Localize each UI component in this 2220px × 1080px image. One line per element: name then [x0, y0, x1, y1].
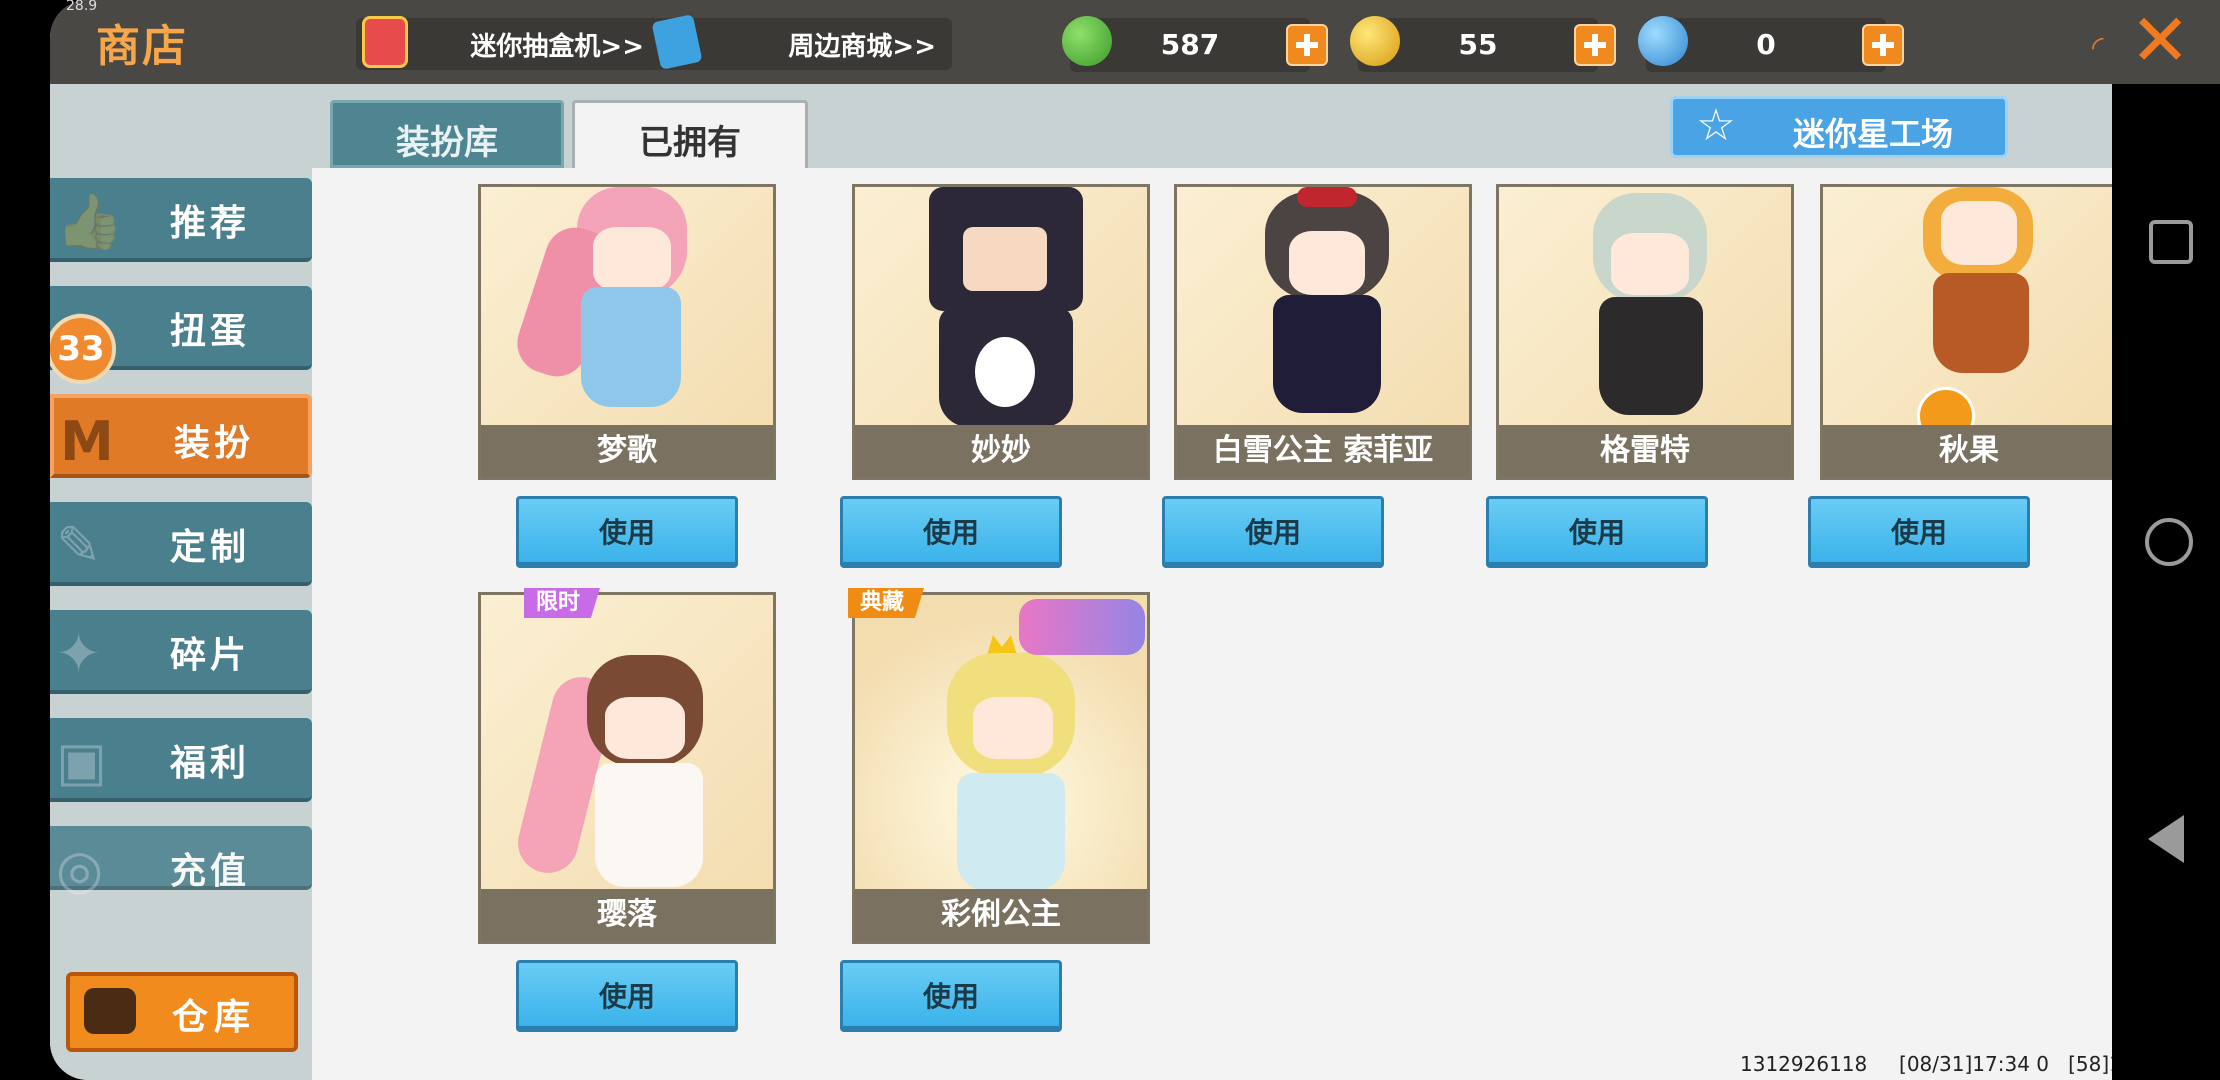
- skin-card-snow-white-sofia[interactable]: 白雪公主 索菲亚: [1174, 184, 1472, 480]
- sidebar-item-label: 推荐: [170, 203, 251, 244]
- recent-apps-icon[interactable]: [2149, 220, 2193, 264]
- use-button[interactable]: 使用: [1808, 496, 2030, 568]
- warehouse-label: 仓库: [172, 997, 257, 1038]
- character-figure: [511, 635, 725, 895]
- use-button-label: 使用: [1568, 516, 1625, 549]
- signal-icon: ◜: [2092, 30, 2104, 65]
- use-button[interactable]: 使用: [840, 496, 1062, 568]
- mini-gacha-label: 迷你抽盒机>>: [470, 32, 644, 62]
- sidebar-item-label: 充值: [170, 851, 251, 892]
- skin-name: 格雷特: [1600, 433, 1690, 468]
- sidebar-item-label: 扭蛋: [170, 311, 251, 352]
- skin-card-gret[interactable]: 格雷特: [1496, 184, 1794, 480]
- pencil-icon: ✎: [56, 514, 102, 577]
- chest-icon: [84, 988, 136, 1034]
- sidebar-item-label: 装扮: [174, 423, 255, 464]
- merch-mall-label: 周边商城>>: [788, 32, 936, 62]
- merch-mall-link[interactable]: 周边商城>>: [650, 14, 952, 70]
- sidebar-item-costume[interactable]: M 装扮: [50, 394, 312, 478]
- thumbs-up-icon: 👍: [56, 190, 124, 253]
- sidebar-item-recharge[interactable]: ◎ 充值: [50, 826, 312, 901]
- use-button-label: 使用: [598, 516, 655, 549]
- warehouse-button[interactable]: 仓库: [66, 972, 298, 1052]
- skin-name: 彩俐公主: [941, 897, 1061, 932]
- green-coin-icon: [1062, 16, 1112, 66]
- character-figure: [509, 187, 721, 427]
- skin-card-menge[interactable]: 梦歌: [478, 184, 776, 480]
- back-icon[interactable]: [2148, 815, 2184, 863]
- gift-icon: ▣: [56, 730, 108, 793]
- status-time: 28.9: [66, 0, 98, 14]
- use-button[interactable]: 使用: [1162, 496, 1384, 568]
- mini-gacha-link[interactable]: 迷你抽盒机>>: [356, 16, 660, 70]
- gift-machine-icon: [362, 16, 408, 68]
- add-blue-coin-button[interactable]: [1862, 24, 1904, 66]
- limited-time-tag: 限时: [524, 588, 601, 618]
- skin-card-yingluo[interactable]: 璎落: [478, 592, 776, 944]
- use-button[interactable]: 使用: [1486, 496, 1708, 568]
- sidebar-item-label: 碎片: [170, 635, 251, 676]
- tab-owned[interactable]: 已拥有: [572, 100, 808, 168]
- skin-card-miaomiao[interactable]: 妙妙: [852, 184, 1150, 480]
- blue-coin-icon: [1638, 16, 1688, 66]
- skin-name: 璎落: [597, 897, 657, 932]
- close-button[interactable]: ✕: [2110, 0, 2220, 84]
- skin-name: 梦歌: [597, 433, 657, 468]
- sidebar-item-recommend[interactable]: 👍 推荐: [50, 178, 312, 262]
- sidebar-item-label: 福利: [170, 743, 251, 784]
- collection-tag: 典藏: [848, 588, 925, 618]
- gold-coin-icon: [1350, 16, 1400, 66]
- sidebar-item-custom[interactable]: ✎ 定制: [50, 502, 312, 586]
- workshop-label: 迷你星工场: [1793, 115, 1954, 153]
- sidebar-item-label: 定制: [170, 527, 251, 568]
- balala-logo-icon: [1019, 599, 1145, 655]
- page-title: 商店: [96, 21, 188, 72]
- tab-label: 已拥有: [639, 123, 741, 163]
- app-window: 商店 迷你抽盒机>> 周边商城>> 587 55 0 ◜ 👍 推荐 ◔ 扭蛋 M…: [50, 0, 2112, 1080]
- character-figure: [1559, 187, 1739, 427]
- use-button[interactable]: 使用: [516, 960, 738, 1032]
- skin-card-qiuguo[interactable]: 秋果: [1820, 184, 2112, 480]
- character-figure: [1237, 187, 1417, 427]
- skin-card-caili-princess[interactable]: 彩俐公主: [852, 592, 1150, 944]
- shopping-bag-icon: [651, 14, 703, 70]
- tab-costume-library[interactable]: 装扮库: [330, 100, 564, 168]
- use-button[interactable]: 使用: [840, 960, 1062, 1032]
- close-icon: ✕: [2130, 0, 2191, 82]
- use-button-label: 使用: [1244, 516, 1301, 549]
- skin-name: 妙妙: [971, 433, 1031, 468]
- star-icon: ☆: [1696, 100, 1736, 151]
- mini-workshop-button[interactable]: ☆ 迷你星工场: [1670, 96, 2008, 158]
- coins-icon: ◎: [56, 838, 104, 901]
- character-figure: [915, 187, 1095, 427]
- character-figure: [1883, 187, 2063, 445]
- build-info: 1312926118 [08/31]17:34 0 [58]1.3.2: [1740, 1052, 2112, 1076]
- add-gold-coin-button[interactable]: [1574, 24, 1616, 66]
- home-icon[interactable]: [2145, 518, 2193, 566]
- skin-name: 秋果: [1939, 433, 1999, 468]
- use-button-label: 使用: [922, 980, 979, 1013]
- tab-label: 装扮库: [396, 123, 498, 163]
- skin-name: 白雪公主 索菲亚: [1212, 433, 1434, 468]
- shirt-icon: M: [60, 410, 114, 473]
- puzzle-icon: ✦: [56, 622, 102, 685]
- use-button[interactable]: 使用: [516, 496, 738, 568]
- use-button-label: 使用: [598, 980, 655, 1013]
- sidebar-item-fragments[interactable]: ✦ 碎片: [50, 610, 312, 694]
- add-green-coin-button[interactable]: [1286, 24, 1328, 66]
- character-figure: [907, 635, 1097, 895]
- use-button-label: 使用: [922, 516, 979, 549]
- sidebar-item-welfare[interactable]: ▣ 福利: [50, 718, 312, 802]
- use-button-label: 使用: [1890, 516, 1947, 549]
